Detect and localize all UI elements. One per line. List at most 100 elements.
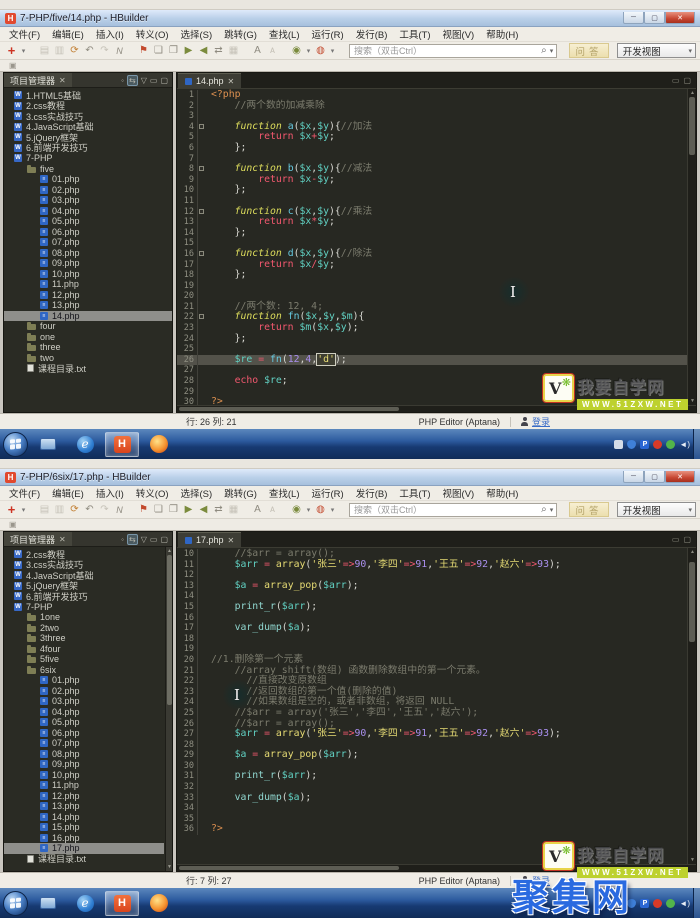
fold-marker-icon[interactable] [199, 166, 204, 172]
tree-item[interactable]: ≡ 14.php [4, 310, 172, 321]
redo-icon[interactable]: ↷ [97, 504, 112, 515]
taskbar-app-firefox[interactable] [142, 432, 176, 457]
menu-item[interactable]: 发行(B) [350, 27, 394, 41]
scroll-up-icon[interactable]: ▲ [688, 90, 696, 96]
taskbar-app-explorer[interactable] [31, 432, 65, 457]
menu-item[interactable]: 跳转(G) [218, 486, 263, 500]
link-editor-icon[interactable]: ⇆ [127, 74, 138, 86]
tree-item[interactable]: 课程目录.txt [4, 363, 172, 374]
bookmark-icon[interactable]: ⚑ [136, 504, 151, 515]
emulator-icon[interactable]: ◍ [313, 504, 328, 515]
save-icon[interactable]: ▤ [37, 504, 52, 515]
panel-close-icon[interactable]: ✕ [59, 535, 66, 544]
new-caret-icon[interactable]: ▾ [19, 506, 28, 514]
tree-item[interactable]: ≡ 06.php [4, 728, 164, 739]
tree-item[interactable]: ≡ 04.php [4, 707, 164, 718]
shield-tray-icon[interactable] [627, 439, 637, 449]
maximize-editor-icon[interactable]: ▢ [683, 535, 691, 544]
menu-item[interactable]: 帮助(H) [480, 27, 524, 41]
menu-item[interactable]: 选择(S) [175, 27, 219, 41]
font-decrease-icon[interactable]: ᴀ [265, 45, 280, 56]
tab-close-icon[interactable]: ✕ [228, 77, 235, 86]
tree-item[interactable]: ≡ 01.php [4, 675, 164, 686]
tree-item[interactable]: ≡ 16.php [4, 833, 164, 844]
taskbar-app-hbuilder[interactable]: H [105, 431, 139, 457]
tab-close-icon[interactable]: ✕ [228, 536, 235, 545]
close-button[interactable]: ✕ [665, 471, 695, 483]
maximize-panel-icon[interactable]: ▢ [160, 76, 168, 85]
taskbar-app-firefox[interactable] [142, 891, 176, 916]
pinyin-tray-icon[interactable]: P [640, 439, 650, 449]
redo-icon[interactable]: ↷ [97, 45, 112, 56]
tree-item[interactable]: ≡ 14.php [4, 812, 164, 823]
run-icon[interactable]: ▶ [181, 45, 196, 56]
tree-item[interactable]: ≡ 11.php [4, 279, 172, 290]
menu-item[interactable]: 转义(O) [130, 486, 175, 500]
tree-item[interactable]: ≡ 10.php [4, 269, 172, 280]
editor-tab[interactable]: 17.php ✕ [178, 532, 242, 547]
menu-item[interactable]: 运行(R) [306, 486, 350, 500]
collapse-all-icon[interactable]: ◦ [121, 76, 124, 85]
tree-item[interactable]: ≡ 01.php [4, 174, 172, 185]
scroll-down-icon[interactable]: ▼ [166, 864, 173, 870]
tree-item[interactable]: ≡ 02.php [4, 185, 172, 196]
scrollbar-thumb[interactable] [689, 97, 695, 155]
tree-item[interactable]: four [4, 321, 172, 332]
new-file-icon[interactable]: + [4, 502, 19, 517]
tree-item[interactable]: three [4, 342, 172, 353]
undo-icon[interactable]: ↶ [82, 504, 97, 515]
tree-item[interactable]: ≡ 02.php [4, 686, 164, 697]
menu-item[interactable]: 转义(O) [130, 27, 175, 41]
qa-button[interactable]: 问答 [569, 43, 609, 58]
emulator-icon[interactable]: ◍ [313, 45, 328, 56]
minimize-button[interactable]: ─ [623, 471, 644, 483]
windows-start-button[interactable] [3, 431, 28, 457]
project-manager-tab[interactable]: 项目管理器 ✕ [4, 532, 72, 546]
grid-icon[interactable]: ▣ [9, 520, 17, 529]
tree-item[interactable]: 3three [4, 633, 164, 644]
menu-item[interactable]: 工具(T) [393, 27, 436, 41]
save-icon[interactable]: ▤ [37, 45, 52, 56]
tree-item[interactable]: ≡ 05.php [4, 717, 164, 728]
scroll-up-icon[interactable]: ▲ [688, 549, 696, 555]
sync-browser-icon[interactable]: ⇄ [211, 504, 226, 515]
tree-item[interactable]: 1one [4, 612, 164, 623]
qa-button[interactable]: 问答 [569, 502, 609, 517]
tree-item[interactable]: 2two [4, 623, 164, 634]
scrollbar-thumb[interactable] [689, 562, 695, 642]
volume-tray-icon[interactable]: ◄) [679, 440, 690, 449]
menu-item[interactable]: 运行(R) [306, 27, 350, 41]
tree-item[interactable]: 6six [4, 665, 164, 676]
menu-item[interactable]: 发行(B) [350, 486, 394, 500]
security-red-tray-icon[interactable] [653, 439, 663, 449]
save-all-icon[interactable]: ▥ [52, 504, 67, 515]
emulator-caret-icon[interactable]: ▾ [328, 47, 337, 55]
undo-icon[interactable]: ↶ [82, 45, 97, 56]
scroll-up-icon[interactable]: ▲ [166, 548, 173, 554]
tree-item[interactable]: five [4, 164, 172, 175]
tree-item[interactable]: 4four [4, 644, 164, 655]
search-caret-icon[interactable]: ▾ [547, 47, 557, 55]
taskbar-app-hbuilder[interactable]: H [105, 890, 139, 916]
preview-icon[interactable]: ❐ [166, 45, 181, 56]
taskbar-app-internet-explorer[interactable]: e [68, 432, 102, 457]
view-menu-icon[interactable]: ▽ [141, 76, 147, 85]
collapse-all-icon[interactable]: ◦ [121, 535, 124, 544]
search-input[interactable] [350, 45, 542, 56]
menu-item[interactable]: 插入(I) [90, 486, 130, 500]
project-manager-tab[interactable]: 项目管理器 ✕ [4, 73, 72, 87]
maximize-button[interactable]: ▢ [644, 471, 665, 483]
tree-item[interactable]: ≡ 04.php [4, 206, 172, 217]
fold-marker-icon[interactable] [199, 250, 204, 256]
tree-item[interactable]: ≡ 08.php [4, 749, 164, 760]
new-file-icon[interactable]: + [4, 43, 19, 58]
link-editor-icon[interactable]: ⇆ [127, 533, 138, 545]
tree-item[interactable]: one [4, 332, 172, 343]
view-menu-icon[interactable]: ▽ [141, 535, 147, 544]
tree-item[interactable]: two [4, 353, 172, 364]
menu-item[interactable]: 查找(L) [263, 486, 306, 500]
tree-item[interactable]: W 7-PHP [4, 602, 164, 613]
edge-icon[interactable]: ▦ [226, 504, 241, 515]
taskbar-app-internet-explorer[interactable]: e [68, 891, 102, 916]
browser-caret-icon[interactable]: ▾ [304, 506, 313, 514]
